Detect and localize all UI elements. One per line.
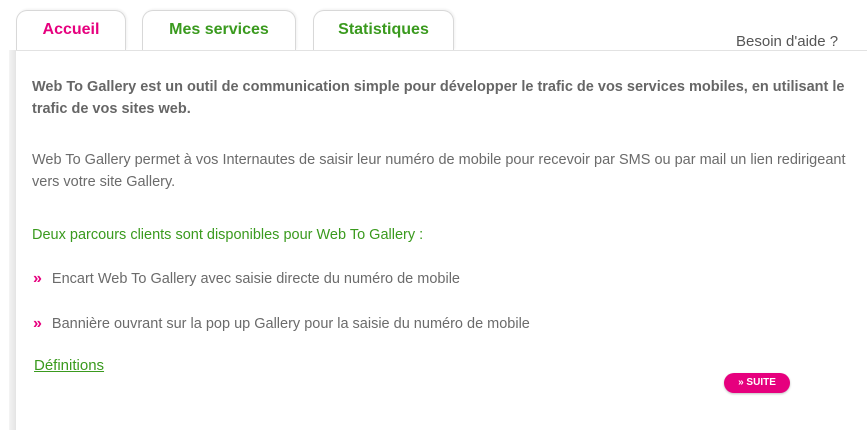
tab-mes-services[interactable]: Mes services <box>142 10 296 50</box>
suite-button[interactable]: » SUITE <box>724 373 790 393</box>
double-chevron-icon: » <box>33 270 42 287</box>
tab-statistiques[interactable]: Statistiques <box>313 10 454 50</box>
list-item: » Encart Web To Gallery avec saisie direc… <box>33 270 460 288</box>
panel-left-border <box>9 50 16 430</box>
paths-title: Deux parcours clients sont disponibles p… <box>32 227 424 243</box>
list-item-label: Encart Web To Gallery avec saisie direct… <box>51 271 460 287</box>
tab-mes-services-label: Mes services <box>169 21 269 38</box>
intro-text: Web To Gallery est un outil de communica… <box>32 79 845 117</box>
help-link[interactable]: Besoin d'aide ? <box>736 33 838 50</box>
tab-accueil-label: Accueil <box>42 21 100 38</box>
definitions-link[interactable]: Définitions <box>34 357 104 374</box>
page: Accueil Mes services Statistiques Besoin… <box>0 0 867 430</box>
description-text: Web To Gallery permet à vos Internautes … <box>32 152 846 190</box>
tab-statistiques-label: Statistiques <box>338 21 429 38</box>
list-item: » Bannière ouvrant sur la pop up Gallery … <box>33 315 530 333</box>
list-item-label: Bannière ouvrant sur la pop up Gallery p… <box>51 316 530 332</box>
double-chevron-icon: » <box>33 315 42 332</box>
tab-accueil[interactable]: Accueil <box>16 10 126 50</box>
